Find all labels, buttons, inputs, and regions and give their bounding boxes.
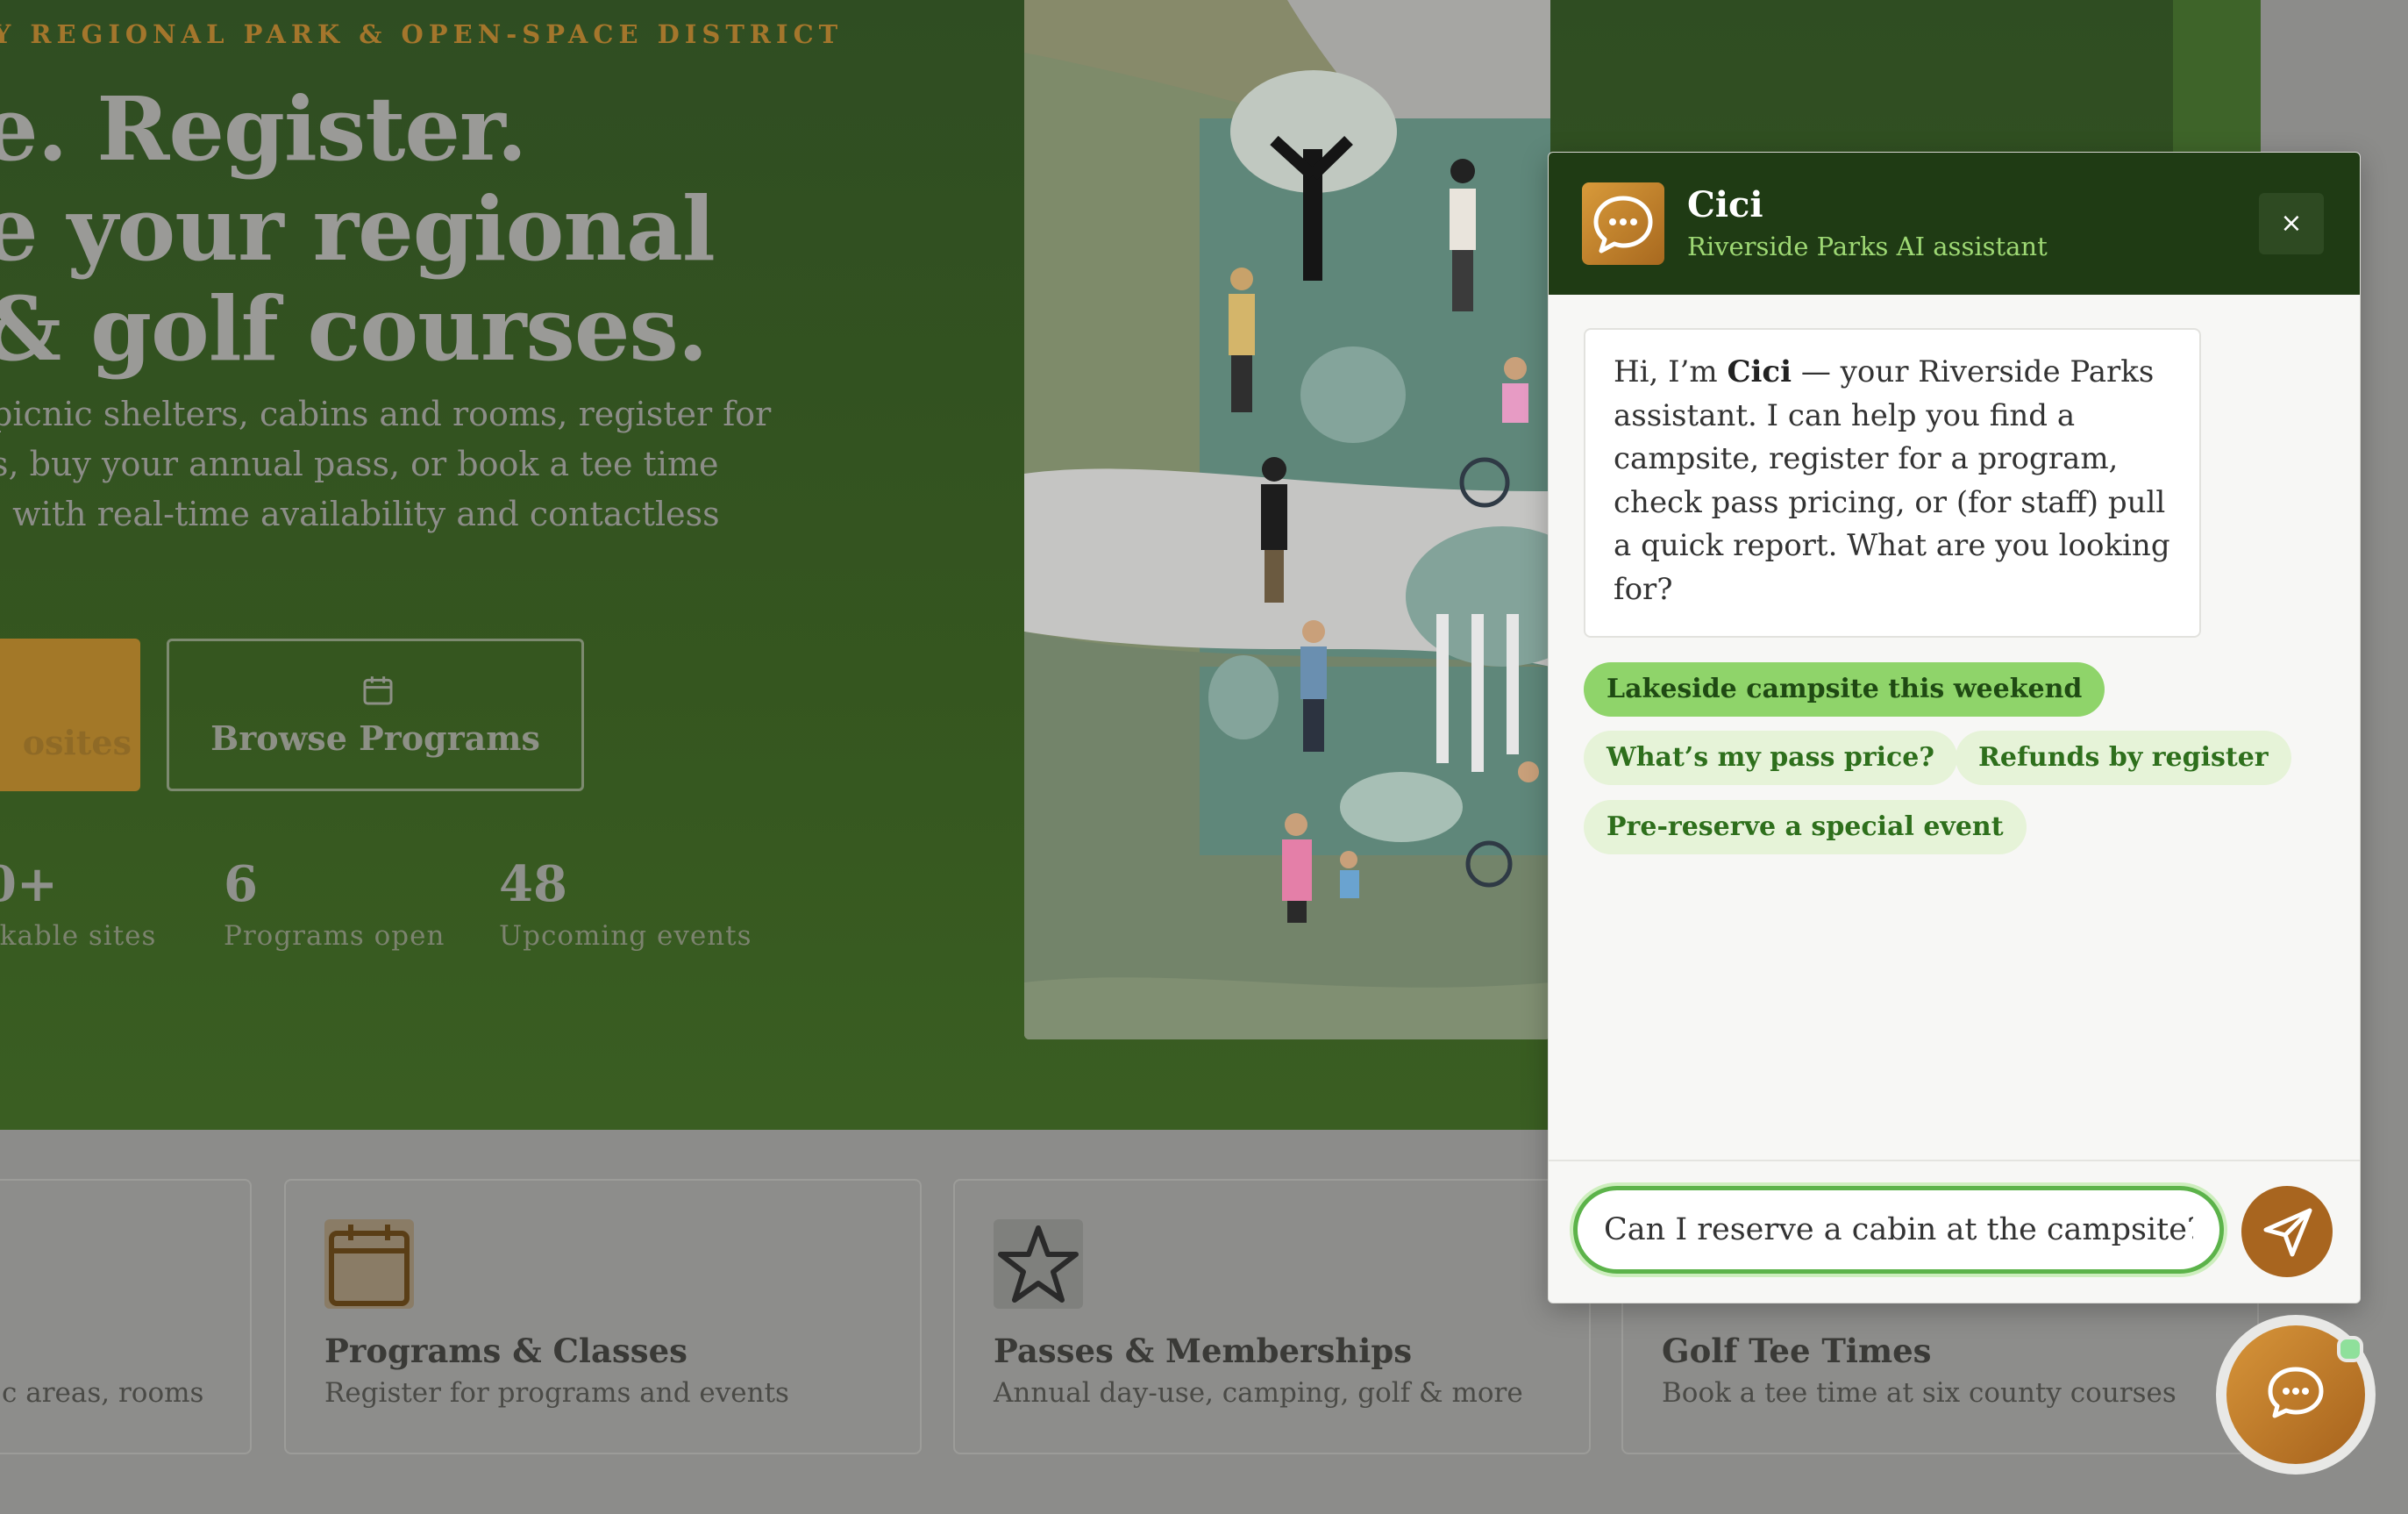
send-icon	[2263, 1208, 2312, 1257]
suggestion-chip-special-event[interactable]: Pre-reserve a special event	[1584, 800, 2027, 854]
assistant-subtitle: Riverside Parks AI assistant	[1687, 232, 2048, 261]
greeting-text: Hi, I’m	[1614, 354, 1728, 389]
chat-composer	[1549, 1160, 2360, 1303]
chat-launcher-button[interactable]	[2216, 1315, 2376, 1475]
stat-value: 0+	[0, 855, 58, 913]
suggestion-chip-refunds[interactable]: Refunds by register	[1956, 731, 2291, 785]
feature-card-title: Passes & Memberships	[994, 1332, 1413, 1370]
assistant-message: Hi, I’m Cici — your Riverside Parks assi…	[1584, 328, 2201, 638]
stat-label: Programs open	[224, 920, 445, 952]
feature-card-title: Programs & Classes	[324, 1332, 687, 1370]
chat-message-input[interactable]	[1573, 1186, 2224, 1274]
suggestion-chip-pass-price[interactable]: What’s my pass price?	[1584, 731, 1957, 785]
browse-programs-label: Browse Programs	[210, 718, 540, 758]
greeting-text: — your Riverside Parks assistant. I can …	[1614, 354, 2170, 607]
hero-lead-line: s, buy your annual pass, or book a tee t…	[0, 445, 719, 483]
feature-card-subtitle: c areas, rooms	[2, 1377, 204, 1409]
feature-card-campsites[interactable]: c areas, rooms	[0, 1179, 252, 1454]
chat-bubble-icon	[1582, 182, 1664, 265]
stat-upcoming-events: 48 Upcoming events	[499, 855, 752, 952]
feature-card-passes[interactable]: Passes & Memberships Annual day-use, cam…	[953, 1179, 1591, 1454]
stat-value: 48	[499, 855, 567, 913]
feature-card-subtitle: Register for programs and events	[324, 1377, 789, 1409]
park-illustration-art	[1024, 0, 1550, 1039]
chat-panel: Cici Riverside Parks AI assistant × Hi, …	[1548, 152, 2361, 1303]
close-button[interactable]: ×	[2259, 193, 2324, 254]
star-icon	[994, 1219, 1083, 1309]
stat-programs-open: 6 Programs open	[224, 855, 445, 952]
feature-card-subtitle: Annual day-use, camping, golf & more	[994, 1377, 1523, 1409]
feature-card-subtitle: Book a tee time at six county courses	[1662, 1377, 2176, 1409]
calendar-icon	[363, 676, 393, 705]
stat-value: 6	[224, 855, 258, 913]
hero-title-line: e. Register.	[0, 77, 527, 181]
stat-label: Upcoming events	[499, 920, 752, 952]
assistant-name: Cici	[1687, 184, 1763, 225]
hero-title-line: e your regional	[0, 177, 716, 281]
calendar-icon	[324, 1219, 414, 1309]
feature-card-programs[interactable]: Programs & Classes Register for programs…	[284, 1179, 922, 1454]
hero-lead-line: , with real-time availability and contac…	[0, 495, 720, 533]
greeting-assistant-name: Cici	[1727, 354, 1792, 389]
hero-lead-line: picnic shelters, cabins and rooms, regis…	[0, 395, 772, 433]
browse-programs-button[interactable]: Browse Programs	[167, 639, 584, 791]
feature-card-title: Golf Tee Times	[1662, 1332, 1932, 1370]
stat-bookable-sites: 0+ okable sites	[0, 855, 156, 952]
suggestion-chip-lakeside[interactable]: Lakeside campsite this weekend	[1584, 662, 2105, 717]
send-button[interactable]	[2241, 1186, 2333, 1277]
stat-label: okable sites	[0, 920, 157, 952]
hero-kicker: TY REGIONAL PARK & OPEN-SPACE DISTRICT	[0, 19, 844, 49]
find-campsites-button[interactable]: osites	[0, 639, 140, 791]
online-status-dot	[2337, 1336, 2363, 1362]
find-campsites-label: osites	[22, 723, 132, 762]
hero-title: e. Register. e your regional & golf cour…	[0, 77, 716, 381]
hero-title-line: & golf courses.	[0, 277, 709, 381]
park-illustration	[1024, 0, 1550, 1039]
hero-lead: picnic shelters, cabins and rooms, regis…	[0, 389, 771, 539]
chat-header: Cici Riverside Parks AI assistant ×	[1549, 153, 2360, 295]
